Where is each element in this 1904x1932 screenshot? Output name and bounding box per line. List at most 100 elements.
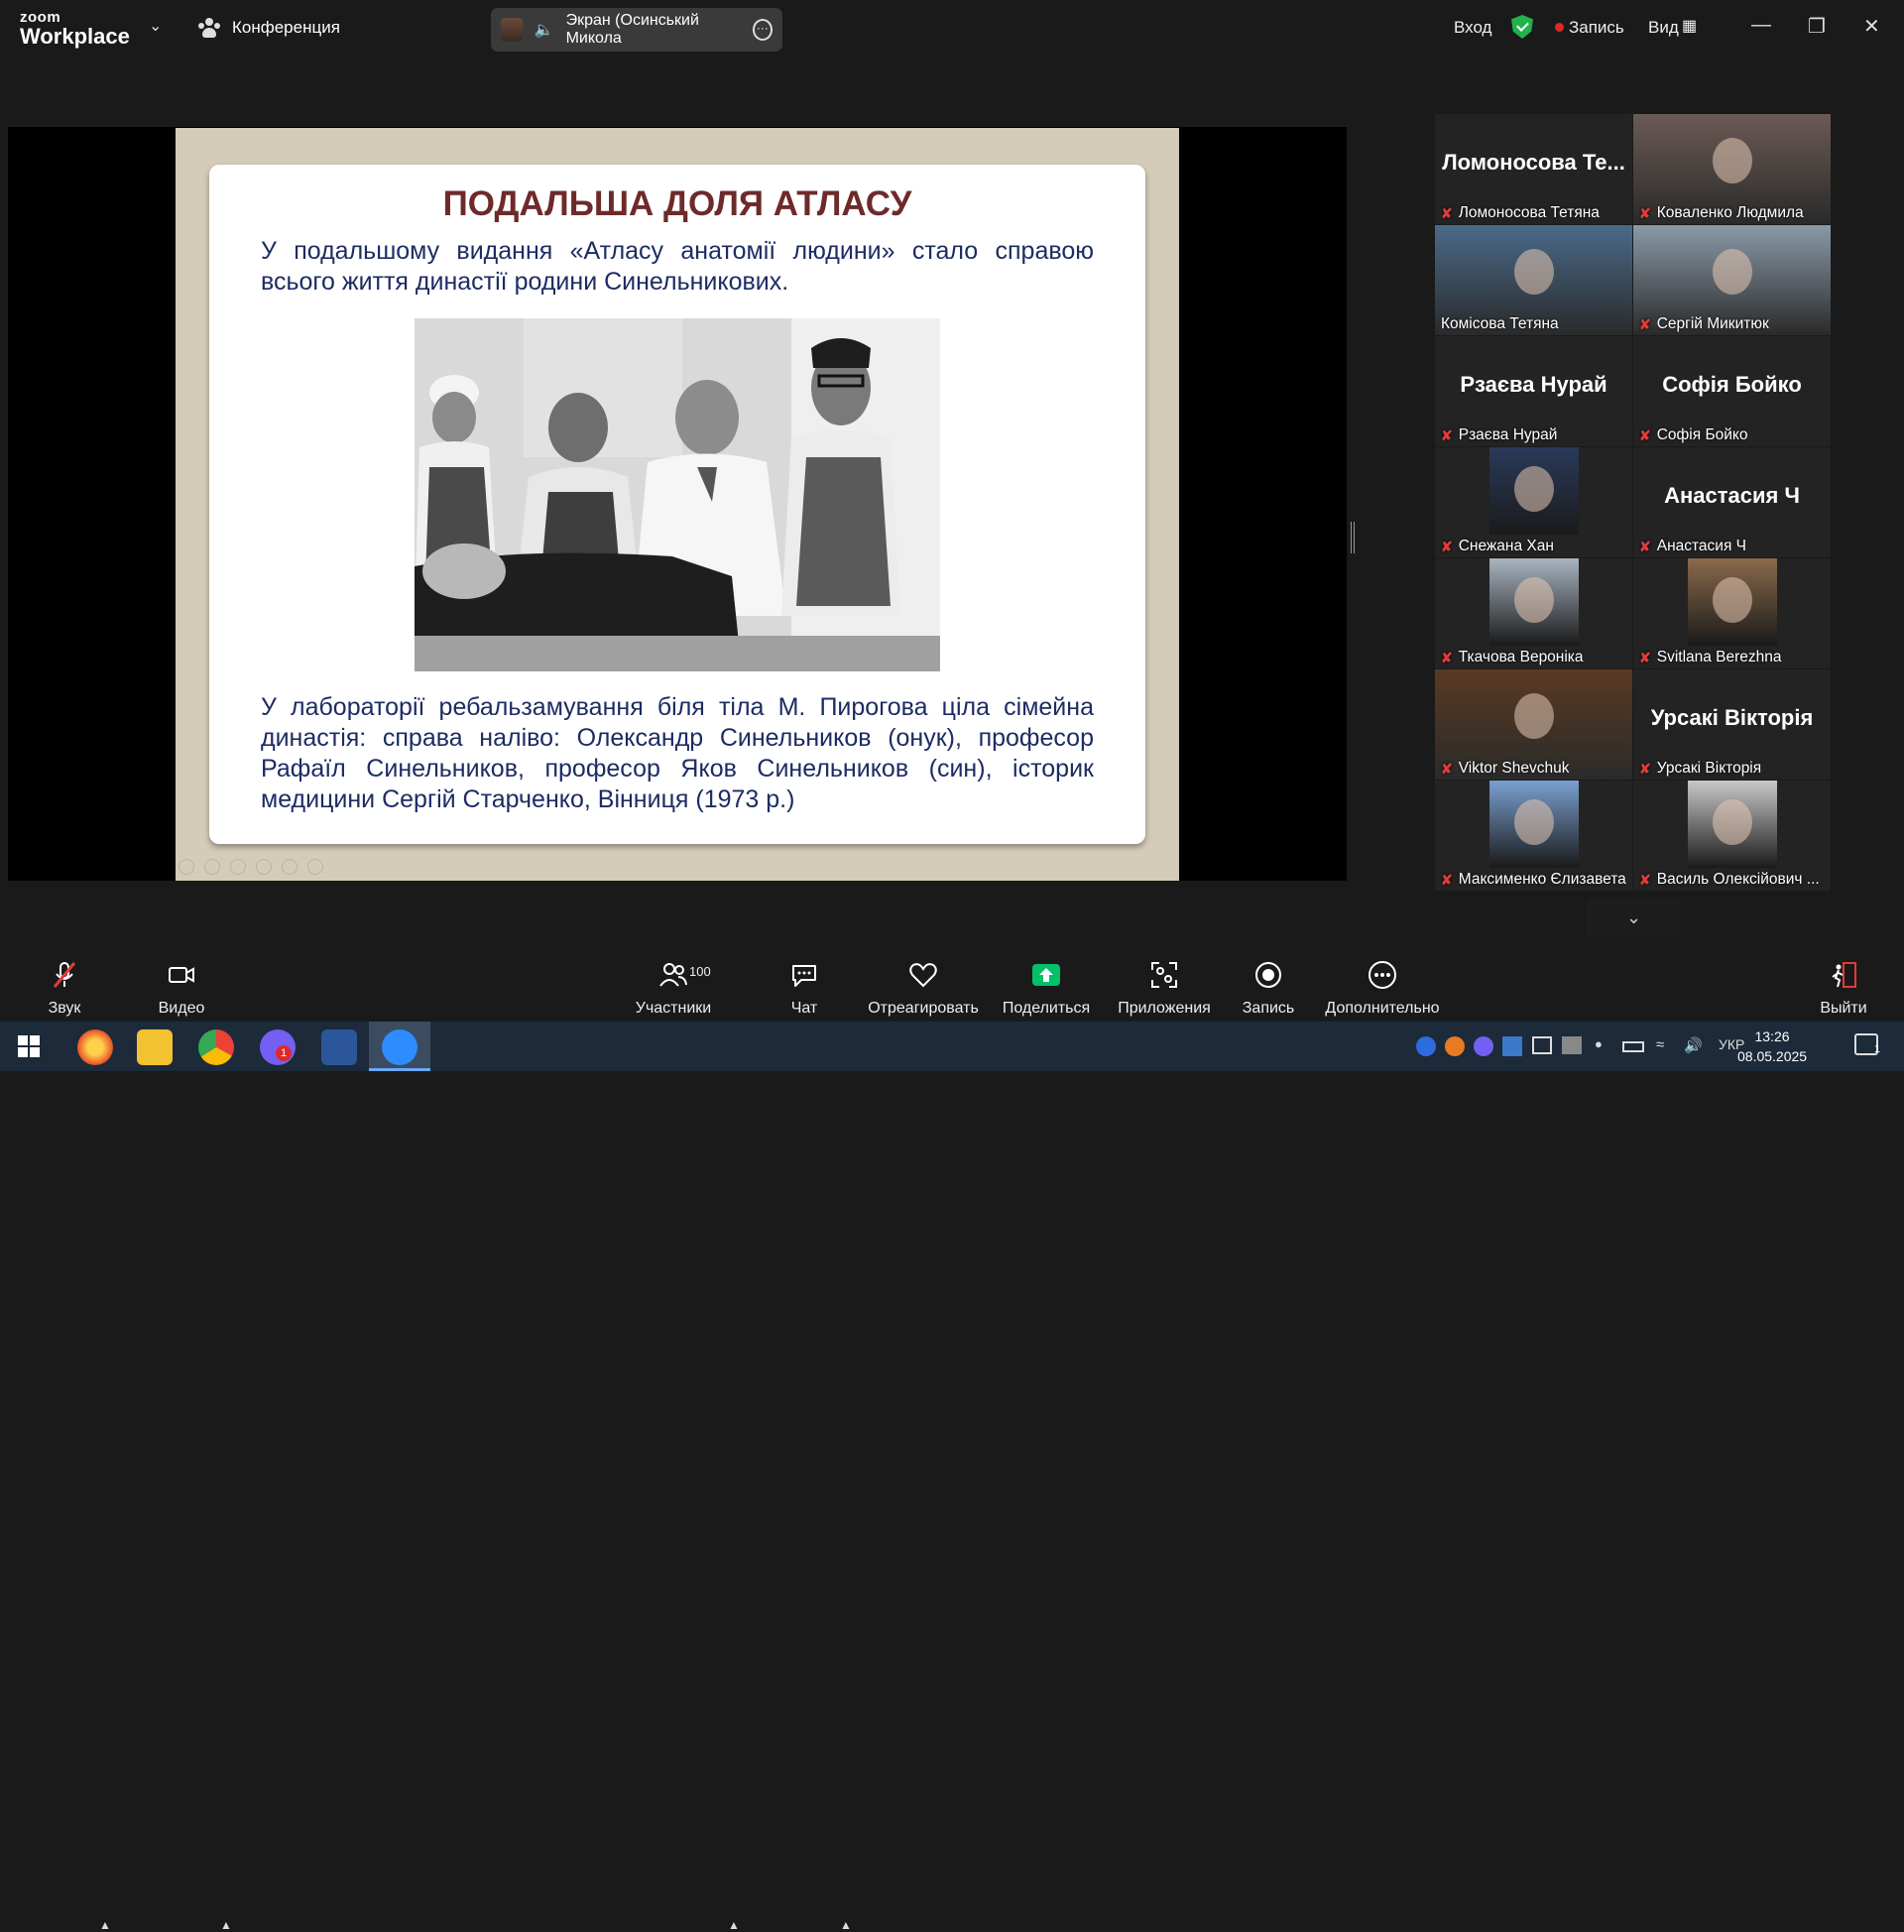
tray-network-app-icon[interactable] [1502, 1036, 1522, 1056]
mic-muted-icon: ✘ [1639, 426, 1651, 443]
notification-count: 1 [1874, 1043, 1881, 1055]
participants-button[interactable]: Участники [627, 948, 720, 1022]
participant-tile[interactable]: Рзаєва Нурай ✘ Рзаєва Нурай [1435, 336, 1632, 446]
slide-nav-control[interactable] [178, 859, 194, 875]
chevron-down-icon[interactable]: ⌄ [149, 16, 162, 36]
slide-nav-control[interactable] [230, 859, 246, 875]
view-button[interactable]: Вид [1648, 18, 1679, 38]
video-button[interactable]: Видео [154, 948, 209, 1022]
video-label: Видео [158, 1000, 205, 1017]
slide-paragraph-caption: У лабораторії ребальзамування біля тіла … [261, 693, 1094, 813]
chat-options-caret-icon[interactable]: ▲ [840, 1918, 852, 1932]
mic-muted-icon: ✘ [1639, 315, 1651, 332]
participant-tile[interactable]: ✘ Svitlana Berezhna [1633, 558, 1831, 668]
participant-name-bar: Комісова Тетяна [1441, 315, 1628, 333]
conference-menu[interactable]: Конференция [198, 17, 340, 39]
zoom-app-icon [382, 1029, 417, 1065]
tray-mic-icon[interactable]: ● [1595, 1036, 1603, 1051]
participants-options-caret-icon[interactable]: ▲ [728, 1918, 740, 1932]
tray-wifi-icon[interactable]: ≈ [1656, 1036, 1664, 1053]
mic-muted-icon: ✘ [1441, 426, 1453, 443]
audio-options-caret-icon[interactable]: ▲ [99, 1918, 111, 1932]
taskbar-clock[interactable]: 13:26 08.05.2025 [1737, 1026, 1807, 1066]
participant-name: Максименко Єлизавета [1458, 871, 1626, 888]
restore-icon[interactable]: ❐ [1808, 14, 1826, 39]
browser-yandex-icon[interactable] [77, 1029, 113, 1065]
tray-volume-icon[interactable]: 🔊 [1684, 1036, 1703, 1054]
presenter-avatar [501, 18, 523, 42]
participant-name: Василь Олексійович ... [1656, 871, 1820, 888]
conference-label: Конференция [232, 18, 340, 37]
participant-name-bar: ✘ Рзаєва Нурай [1441, 426, 1628, 444]
participant-name-bar: ✘ Снежана Хан [1441, 538, 1628, 555]
windows-start-icon[interactable] [18, 1035, 40, 1057]
tray-battery-icon[interactable] [1622, 1041, 1644, 1052]
tray-zoom-icon[interactable] [1416, 1036, 1436, 1056]
slide-nav-controls[interactable] [178, 859, 323, 875]
video-options-caret-icon[interactable]: ▲ [220, 1918, 232, 1932]
chat-button[interactable]: Чат [789, 948, 819, 1022]
gallery-scroll-down-icon[interactable]: ⌄ [1587, 899, 1681, 936]
word-icon[interactable] [321, 1029, 357, 1065]
more-icon[interactable]: ··· [752, 19, 773, 41]
participant-tile[interactable]: ✘ Максименко Єлизавета [1435, 781, 1632, 891]
participant-name-bar: ✘ Ломоносова Тетяна [1441, 204, 1628, 222]
participant-name-bar: ✘ Viktor Shevchuk [1441, 760, 1628, 778]
mic-muted-icon: ✘ [1639, 871, 1651, 888]
react-button[interactable]: Отреагировать [868, 948, 979, 1022]
tray-viber-icon[interactable] [1474, 1036, 1493, 1056]
participant-tile[interactable]: Ломоносова Те... ✘ Ломоносова Тетяна [1435, 114, 1632, 224]
tray-monitor-icon[interactable] [1562, 1036, 1582, 1054]
participant-tile[interactable]: ✘ Василь Олексійович ... [1633, 781, 1831, 891]
record-button[interactable]: Запись [1243, 948, 1294, 1022]
participant-tile[interactable]: ✘ Снежана Хан [1435, 447, 1632, 557]
apps-button[interactable]: Приложения [1117, 948, 1212, 1022]
mic-muted-icon: ✘ [1441, 204, 1453, 221]
file-explorer-icon[interactable] [137, 1029, 173, 1065]
leave-button[interactable]: Выйти [1819, 948, 1868, 1022]
participant-tile[interactable]: ✘ Коваленко Людмила [1633, 114, 1831, 224]
participants-count: 100 [689, 964, 711, 979]
security-shield-icon[interactable] [1511, 15, 1533, 39]
share-label: Экран (Осинський Микола [565, 12, 699, 47]
zoom-logo[interactable]: zoom Workplace [20, 10, 130, 48]
participant-display-name: Рзаєва Нурай [1460, 372, 1607, 397]
view-grid-icon[interactable]: ▦ [1682, 16, 1697, 36]
record-status-button[interactable]: Запись [1569, 18, 1624, 38]
more-dots-icon [1368, 961, 1396, 989]
participant-name: Снежана Хан [1458, 538, 1554, 554]
participant-tile[interactable]: ✘ Ткачова Вероніка [1435, 558, 1632, 668]
more-button[interactable]: Дополнительно [1325, 948, 1440, 1022]
close-icon[interactable]: ✕ [1863, 14, 1880, 39]
participant-face [1513, 249, 1554, 296]
slide-nav-control[interactable] [204, 859, 220, 875]
participant-tile[interactable]: Комісова Тетяна [1435, 225, 1632, 335]
slide-nav-control[interactable] [307, 859, 323, 875]
zoom-taskbar-active[interactable] [369, 1022, 430, 1071]
minimize-icon[interactable]: — [1751, 14, 1771, 37]
panel-resize-handle[interactable] [1351, 522, 1355, 553]
participant-name: Ломоносова Тетяна [1458, 204, 1600, 221]
screen-share-indicator[interactable]: 🔈 Экран (Осинський Микола ··· [491, 8, 782, 52]
participant-tile[interactable]: Анастасия Ч ✘ Анастасия Ч [1633, 447, 1831, 557]
participant-tile[interactable]: ✘ Сергій Микитюк [1633, 225, 1831, 335]
participant-video [1489, 558, 1579, 646]
tray-display-icon[interactable] [1532, 1036, 1552, 1054]
mic-muted-icon [53, 962, 76, 988]
participant-tile[interactable]: Софія Бойко ✘ Софія Бойко [1633, 336, 1831, 446]
participant-tile[interactable]: Урсакі Вікторія ✘ Урсакі Вікторія [1633, 669, 1831, 780]
share-button[interactable]: Поделиться [1003, 948, 1090, 1022]
participant-name-bar: ✘ Коваленко Людмила [1639, 204, 1827, 222]
apps-icon [1151, 962, 1177, 988]
participant-tile[interactable]: ✘ Viktor Shevchuk [1435, 669, 1632, 780]
slide-nav-control[interactable] [282, 859, 298, 875]
participant-name: Анастасия Ч [1656, 538, 1746, 554]
participant-display-name: Софія Бойко [1662, 372, 1802, 397]
signin-button[interactable]: Вход [1454, 18, 1491, 38]
leave-door-icon [1832, 962, 1856, 988]
participant-face [1713, 577, 1752, 624]
slide-nav-control[interactable] [256, 859, 272, 875]
chrome-icon[interactable] [198, 1029, 234, 1065]
audio-button[interactable]: Звук [45, 948, 84, 1022]
tray-app-icon[interactable] [1445, 1036, 1465, 1056]
